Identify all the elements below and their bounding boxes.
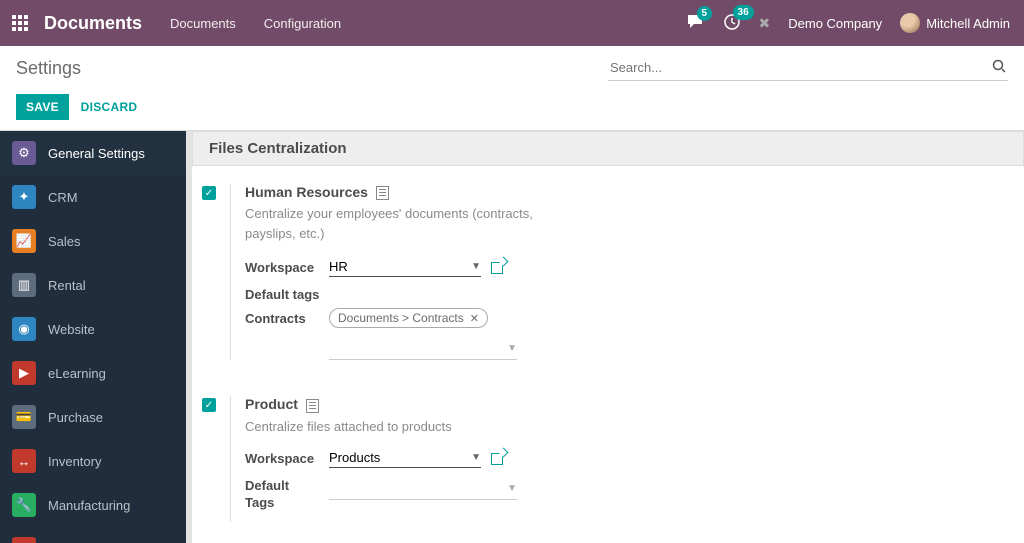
breadcrumb-title: Settings [16,58,608,79]
tag-remove-icon[interactable]: ✕ [470,312,479,325]
systray: 5 36 ✖ Demo Company Mitchell Admin [687,13,1010,34]
block-hr-title: Human Resources [245,184,785,200]
messages-icon[interactable]: 5 [687,14,705,33]
settings-sidebar: ⚙ General Settings ✦ CRM 📈 Sales ▥ Rental ◉ Websi… [0,131,186,543]
workspace-label: Workspace [245,260,329,275]
sidebar-icon: ▶ [12,361,36,385]
sidebar-icon: 📈 [12,229,36,253]
action-bar: SAVE DISCARD [0,90,1024,131]
block-product-checkbox[interactable]: ✓ [202,398,216,412]
product-workspace-field[interactable]: ▼ [329,448,481,468]
sidebar-label: Rental [48,278,86,293]
discard-button[interactable]: DISCARD [81,100,138,114]
nav-menu: Documents Configuration [170,16,341,31]
building-icon [306,399,319,413]
settings-body: ⚙ General Settings ✦ CRM 📈 Sales ▥ Rental ◉ Websi… [0,131,1024,543]
sidebar-label: Website [48,322,95,337]
default-tags-label: Default Tags [245,478,305,512]
contracts-label: Contracts [245,311,329,326]
search-box[interactable] [608,55,1008,81]
workspace-label: Workspace [245,451,329,466]
hr-workspace-external-link-icon[interactable] [491,260,505,274]
search-input[interactable] [610,60,992,75]
sidebar-icon: 💳 [12,405,36,429]
sidebar-icon: 🔧 [12,493,36,517]
avatar [900,13,920,33]
block-hr-checkbox[interactable]: ✓ [202,186,216,200]
product-workspace-input[interactable] [329,450,471,465]
sidebar-icon: ⚙ [12,141,36,165]
sidebar-icon: ◉ [12,317,36,341]
sidebar-item-manufacturing[interactable]: 🔧 Manufacturing [0,483,186,527]
sidebar-label: Manufacturing [48,498,130,513]
block-product-desc: Centralize files attached to products [245,417,565,437]
product-workspace-external-link-icon[interactable] [491,451,505,465]
sidebar-item-general-settings[interactable]: ⚙ General Settings [0,131,186,175]
block-hr: ✓ Human Resources Centralize your employ… [192,166,1024,370]
user-menu[interactable]: Mitchell Admin [900,13,1010,33]
control-panel: Settings [0,46,1024,90]
sidebar-item-website[interactable]: ◉ Website [0,307,186,351]
sidebar-item-sales[interactable]: 📈 Sales [0,219,186,263]
sidebar-item-inventory[interactable]: ↔ Inventory [0,439,186,483]
contracts-tag[interactable]: Documents > Contracts ✕ [329,308,488,328]
sidebar-icon: ↔ [12,449,36,473]
block-product-title: Product [245,396,785,412]
chevron-down-icon[interactable]: ▼ [471,452,481,463]
product-tags-dropdown[interactable]: ▼ [329,478,517,500]
sidebar-icon: ≡ [12,537,36,543]
save-button[interactable]: SAVE [16,94,69,120]
nav-documents[interactable]: Documents [170,16,236,31]
chevron-down-icon[interactable]: ▼ [471,261,481,272]
sidebar-item-elearning[interactable]: ▶ eLearning [0,351,186,395]
activities-icon[interactable]: 36 [723,13,741,34]
settings-content: Files Centralization ✓ Human Resources C… [192,131,1024,543]
default-tags-label: Default tags [245,287,785,302]
sidebar-label: General Settings [48,146,145,161]
block-product: ✓ Product Centralize files attached to p… [192,370,1024,532]
building-icon [376,186,389,200]
sidebar-label: Purchase [48,410,103,425]
hr-workspace-field[interactable]: ▼ [329,257,481,277]
sidebar-item-rental[interactable]: ▥ Rental [0,263,186,307]
hr-tags-dropdown[interactable]: ▼ [329,338,517,360]
sidebar-label: Sales [48,234,81,249]
activities-badge: 36 [733,5,754,20]
apps-icon[interactable] [12,15,28,31]
nav-configuration[interactable]: Configuration [264,16,341,31]
sidebar-label: eLearning [48,366,106,381]
star-icon[interactable]: ✖ [759,15,771,32]
sidebar-item-crm[interactable]: ✦ CRM [0,175,186,219]
sidebar-label: Inventory [48,454,101,469]
sidebar-icon: ▥ [12,273,36,297]
sidebar-item-purchase[interactable]: 💳 Purchase [0,395,186,439]
username: Mitchell Admin [926,16,1010,31]
hr-workspace-input[interactable] [329,259,471,274]
search-icon[interactable] [992,59,1006,76]
block-hr-checkbox-wrap: ✓ [202,184,230,360]
block-hr-desc: Centralize your employees' documents (co… [245,204,565,243]
messages-badge: 5 [697,6,713,21]
sidebar-item-accounting[interactable]: ≡Accounting [0,527,186,543]
topbar: Documents Documents Configuration 5 36 ✖… [0,0,1024,46]
section-header: Files Centralization [192,131,1024,166]
sidebar-icon: ✦ [12,185,36,209]
company-selector[interactable]: Demo Company [788,16,882,31]
block-product-checkbox-wrap: ✓ [202,396,230,522]
app-brand[interactable]: Documents [44,13,142,34]
sidebar-label: CRM [48,190,78,205]
